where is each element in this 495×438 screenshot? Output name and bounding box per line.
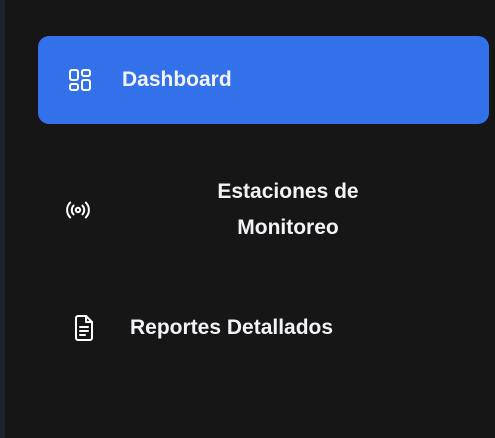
- radio-signal-icon: [65, 197, 91, 223]
- sidebar-item-estaciones[interactable]: Estaciones de Monitoreo: [38, 170, 489, 250]
- sidebar-item-label: Estaciones de Monitoreo: [217, 180, 359, 239]
- sidebar-item-reportes[interactable]: Reportes Detallados: [38, 300, 489, 356]
- sidebar-item-label: Dashboard: [122, 68, 232, 91]
- file-text-icon: [71, 315, 97, 341]
- sidebar-nav: Dashboard Estaciones de Monitoreo Report: [5, 0, 495, 438]
- sidebar-item-dashboard[interactable]: Dashboard: [38, 36, 489, 124]
- sidebar-item-label: Reportes Detallados: [130, 316, 334, 339]
- layout-grid-icon: [67, 67, 93, 93]
